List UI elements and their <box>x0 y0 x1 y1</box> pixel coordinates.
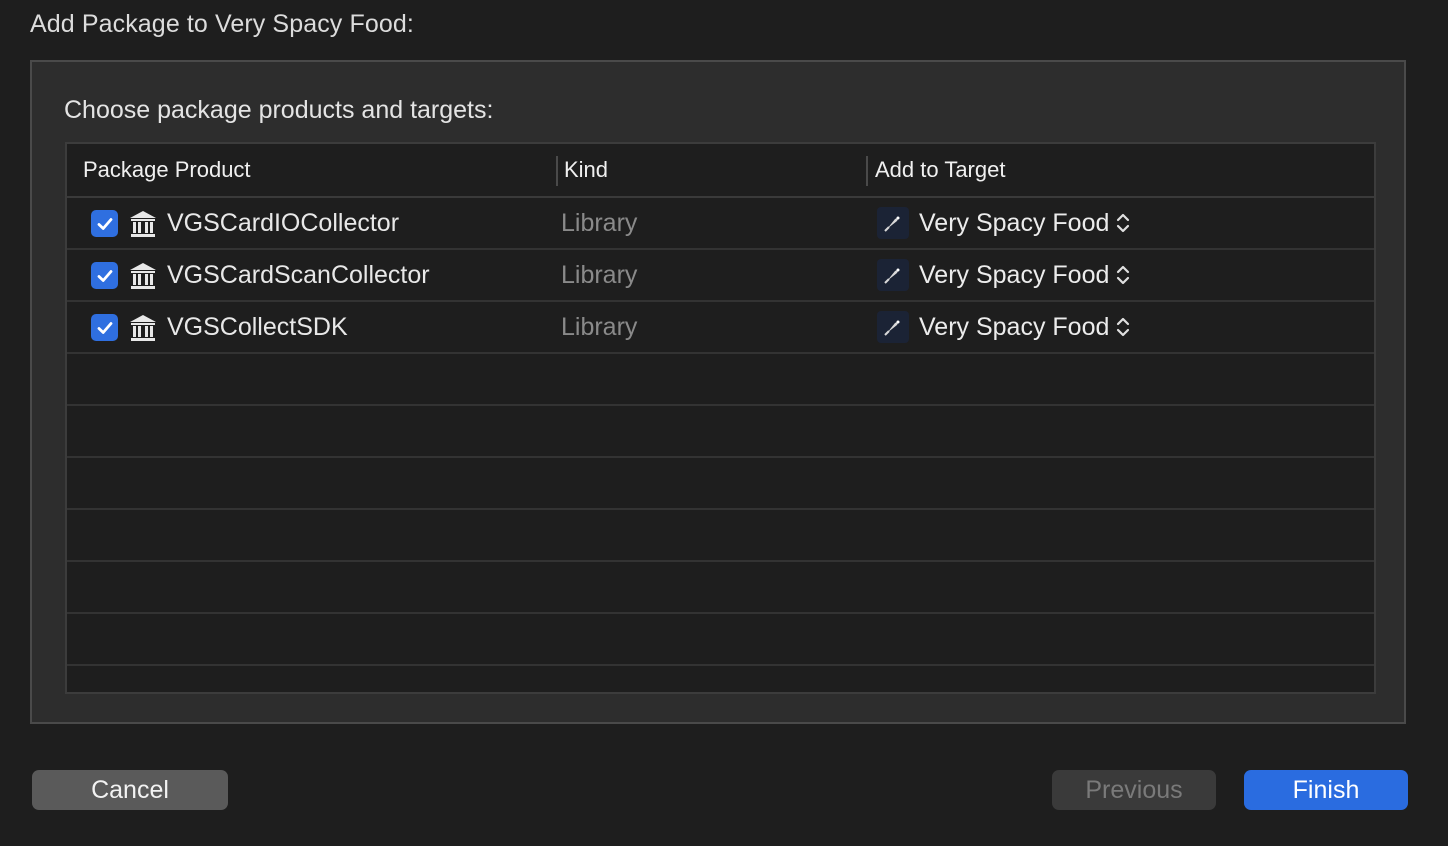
up-down-chevron-icon <box>1117 265 1130 285</box>
product-kind: Library <box>561 261 638 289</box>
library-building-icon <box>130 211 156 237</box>
table-row[interactable]: VGSCardScanCollector Library Very Spacy … <box>67 250 1374 302</box>
package-products-panel: Choose package products and targets: Pac… <box>30 60 1406 724</box>
empty-table-row <box>67 406 1374 458</box>
checkmark-icon <box>97 269 112 282</box>
up-down-chevron-icon <box>1117 213 1130 233</box>
app-target-icon <box>877 259 909 291</box>
target-name: Very Spacy Food <box>919 261 1110 289</box>
add-package-sheet: Add Package to Very Spacy Food: Choose p… <box>0 0 1448 846</box>
checkmark-icon <box>97 321 112 334</box>
target-popup-button[interactable]: Very Spacy Food <box>877 207 1131 239</box>
product-checkbox[interactable] <box>91 314 118 341</box>
app-target-icon <box>877 207 909 239</box>
table-row[interactable]: VGSCollectSDK Library Very Spacy Food <box>67 302 1374 354</box>
column-header-add-to-target[interactable]: Add to Target <box>875 144 1005 196</box>
column-divider[interactable] <box>866 156 868 186</box>
target-name: Very Spacy Food <box>919 209 1110 237</box>
empty-table-row <box>67 614 1374 666</box>
product-checkbox[interactable] <box>91 210 118 237</box>
column-header-package-product[interactable]: Package Product <box>83 144 251 196</box>
library-building-icon <box>130 263 156 289</box>
product-name: VGSCardScanCollector <box>167 261 430 289</box>
finish-button[interactable]: Finish <box>1244 770 1408 810</box>
table-header: Package Product Kind Add to Target <box>67 144 1374 198</box>
cancel-button[interactable]: Cancel <box>32 770 228 810</box>
app-target-icon <box>877 311 909 343</box>
product-kind: Library <box>561 209 638 237</box>
checkmark-icon <box>97 217 112 230</box>
empty-table-row <box>67 562 1374 614</box>
target-popup-button[interactable]: Very Spacy Food <box>877 259 1131 291</box>
product-name: VGSCardIOCollector <box>167 209 400 237</box>
library-building-icon <box>130 315 156 341</box>
column-header-kind[interactable]: Kind <box>564 144 608 196</box>
empty-table-row <box>67 354 1374 406</box>
empty-table-row <box>67 510 1374 562</box>
target-popup-button[interactable]: Very Spacy Food <box>877 311 1131 343</box>
products-table: Package Product Kind Add to Target VGSCa… <box>65 142 1376 694</box>
up-down-chevron-icon <box>1117 317 1130 337</box>
target-name: Very Spacy Food <box>919 313 1110 341</box>
product-kind: Library <box>561 313 638 341</box>
table-row[interactable]: VGSCardIOCollector Library Very Spacy Fo… <box>67 198 1374 250</box>
product-name: VGSCollectSDK <box>167 313 348 341</box>
empty-table-row <box>67 666 1374 692</box>
empty-table-row <box>67 458 1374 510</box>
sheet-title: Add Package to Very Spacy Food: <box>30 10 414 38</box>
previous-button[interactable]: Previous <box>1052 770 1216 810</box>
column-divider[interactable] <box>556 156 558 186</box>
panel-heading: Choose package products and targets: <box>64 96 494 124</box>
product-checkbox[interactable] <box>91 262 118 289</box>
